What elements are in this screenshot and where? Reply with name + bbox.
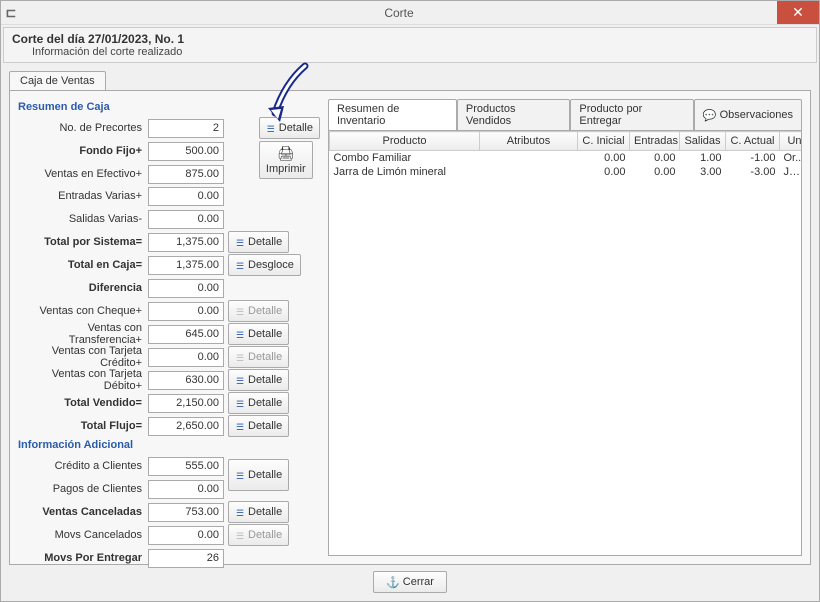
input-ventas-canceladas[interactable] [148,503,224,522]
detail-icon [235,237,245,247]
input-ventas-tdebito[interactable] [148,371,224,390]
input-entradas-varias[interactable] [148,187,224,206]
header-panel: Corte del día 27/01/2023, No. 1 Informac… [3,27,817,63]
input-total-caja[interactable] [148,256,224,275]
tab-caja-de-ventas[interactable]: Caja de Ventas [9,71,106,91]
detalle-cheque-button: Detalle [228,300,289,322]
label-pagos-clientes: Pagos de Clientes [18,483,148,495]
label-ventas-tdebito: Ventas con Tarjeta Débito+ [18,368,148,392]
input-diferencia[interactable] [148,279,224,298]
input-ventas-cheque[interactable] [148,302,224,321]
detail-icon [235,306,245,316]
label-movs-por-entregar: Movs Por Entregar [18,552,148,564]
label-ventas-cheque: Ventas con Cheque+ [18,305,148,317]
label-entradas-varias: Entradas Varias+ [18,190,148,202]
detail-icon [235,530,245,540]
input-total-sistema[interactable] [148,233,224,252]
cerrar-button[interactable]: ⚓ Cerrar [373,571,447,593]
input-credito-clientes[interactable] [148,457,224,476]
anchor-icon: ⚓ [386,576,400,589]
header-subtitle: Información del corte realizado [32,46,808,58]
section-resumen-caja: Resumen de Caja [18,101,320,113]
tab-producto-por-entregar[interactable]: Producto por Entregar [570,99,694,131]
col-c-inicial[interactable]: C. Inicial [578,132,630,151]
label-precortes: No. de Precortes [18,122,148,134]
window-title: Corte [21,6,777,20]
detalle-tdebito-button[interactable]: Detalle [228,369,289,391]
desgloce-button[interactable]: Desgloce [228,254,301,276]
detail-icon [235,398,245,408]
detalle-total-flujo-button[interactable]: Detalle [228,415,289,437]
detalle-tcredito-button: Detalle [228,346,289,368]
inventory-grid[interactable]: Producto Atributos C. Inicial Entradas S… [329,131,802,179]
label-total-flujo: Total Flujo= [18,420,148,432]
col-c-actual[interactable]: C. Actual [726,132,780,151]
label-credito-clientes: Crédito a Clientes [18,460,148,472]
label-total-vendido: Total Vendido= [18,397,148,409]
detail-icon [235,352,245,362]
label-total-caja: Total en Caja= [18,259,148,271]
col-producto[interactable]: Producto [330,132,480,151]
label-fondo-fijo: Fondo Fijo+ [18,145,148,157]
label-ventas-canceladas: Ventas Canceladas [18,506,148,518]
detalle-transf-button[interactable]: Detalle [228,323,289,345]
detail-icon [235,421,245,431]
detail-icon [235,470,245,480]
label-ventas-efectivo: Ventas en Efectivo+ [18,168,148,180]
input-total-flujo[interactable] [148,417,224,436]
detalle-precortes-button[interactable]: Detalle [259,117,320,139]
tab-productos-vendidos[interactable]: Productos Vendidos [457,99,570,131]
printer-icon: 🖨 [277,145,295,162]
col-salidas[interactable]: Salidas [680,132,726,151]
section-info-adicional: Información Adicional [18,439,320,451]
col-entradas[interactable]: Entradas [630,132,680,151]
label-diferencia: Diferencia [18,282,148,294]
input-movs-cancelados[interactable] [148,526,224,545]
input-precortes[interactable] [148,119,224,138]
app-icon: ⊏ [1,5,21,21]
detalle-total-vendido-button[interactable]: Detalle [228,392,289,414]
imprimir-button[interactable]: 🖨 Imprimir [259,141,313,179]
label-total-sistema: Total por Sistema= [18,236,148,248]
detalle-total-sistema-button[interactable]: Detalle [228,231,289,253]
label-movs-cancelados: Movs Cancelados [18,529,148,541]
table-row[interactable]: Combo Familiar 0.00 0.00 1.00 -1.00 Or..… [330,151,803,166]
tab-observaciones[interactable]: 💬 Observaciones [694,99,802,131]
label-salidas-varias: Salidas Varias- [18,213,148,225]
table-row[interactable]: Jarra de Limón mineral 0.00 0.00 3.00 -3… [330,165,803,179]
input-ventas-efectivo[interactable] [148,165,224,184]
detalle-movs-cancelados-button: Detalle [228,524,289,546]
label-ventas-tcredito: Ventas con Tarjeta Crédito+ [18,345,148,369]
detail-icon [266,123,276,133]
detalle-canceladas-button[interactable]: Detalle [228,501,289,523]
detalle-credito-button[interactable]: Detalle [228,459,289,491]
detail-icon [235,375,245,385]
input-fondo-fijo[interactable] [148,142,224,161]
col-un[interactable]: Un [780,132,803,151]
input-salidas-varias[interactable] [148,210,224,229]
detail-icon [235,329,245,339]
col-atributos[interactable]: Atributos [480,132,578,151]
button-label: Detalle [279,122,313,134]
tab-resumen-inventario[interactable]: Resumen de Inventario [328,99,457,131]
input-pagos-clientes[interactable] [148,480,224,499]
button-label: Imprimir [266,163,306,175]
label-ventas-transf: Ventas con Transferencia+ [18,322,148,346]
detail-icon [235,260,245,270]
input-ventas-transf[interactable] [148,325,224,344]
detail-icon [235,507,245,517]
input-total-vendido[interactable] [148,394,224,413]
close-button[interactable]: ✕ [777,1,819,24]
header-title: Corte del día 27/01/2023, No. 1 [12,32,808,46]
speech-bubble-icon: 💬 [703,109,717,122]
input-ventas-tcredito[interactable] [148,348,224,367]
